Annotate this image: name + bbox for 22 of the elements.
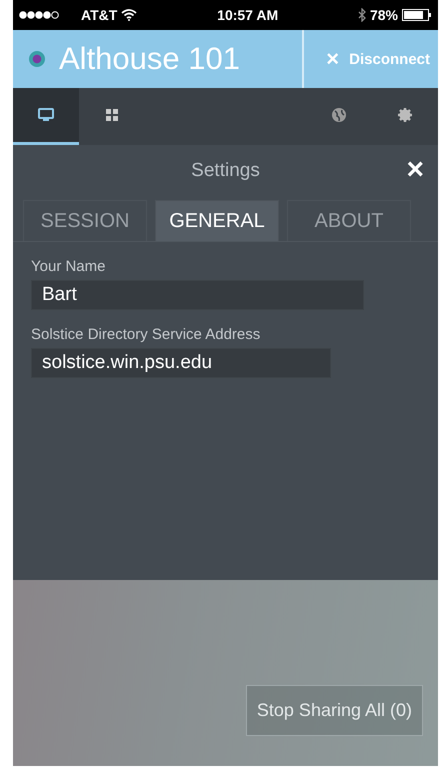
settings-tab[interactable]: SESSION [23,200,147,241]
globe-icon [331,107,347,123]
settings-tab[interactable]: GENERAL [155,200,279,241]
settings-tab[interactable]: ABOUT [287,200,411,241]
logo-icon [29,51,45,67]
toolbar-tab[interactable] [13,88,79,145]
grid-icon [104,107,120,123]
field-label: Your Name [31,258,106,275]
bluetooth-icon [358,8,366,22]
clock-time: 10:57 AM [217,7,278,23]
settings-title: Settings [191,160,260,182]
text-field[interactable]: Bart [31,280,364,310]
carrier-name: AT&T [81,7,118,23]
room-title: Althouse 101 [59,41,241,77]
settings-icon [397,107,413,123]
close-button[interactable]: × [406,155,424,185]
wifi-icon [121,9,138,21]
battery-icon [402,9,432,21]
battery-percent: 78% [370,7,398,23]
monitor-icon [38,107,54,123]
field-label: Solstice Directory Service Address [31,326,262,343]
text-field[interactable]: solstice.win.psu.edu [31,348,331,378]
